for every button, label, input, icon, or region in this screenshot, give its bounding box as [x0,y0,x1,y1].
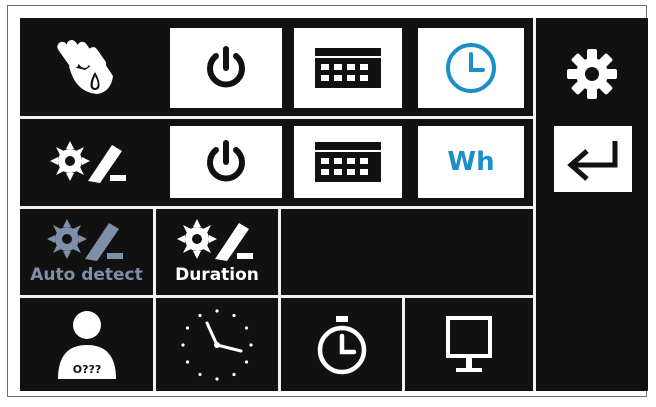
sprinkler-duration-icon [177,219,253,261]
sprinkler-button[interactable] [34,126,146,198]
return-enter-icon [567,141,618,181]
clock-timer-icon [446,43,496,93]
schedule-button-2[interactable] [294,126,402,198]
settings-gear-icon [567,49,617,99]
power-icon [207,140,245,182]
sprinkler-auto-detect-icon [47,219,123,261]
manual-water-hand-icon [57,39,113,94]
power-button-1[interactable] [170,28,282,108]
power-icon [207,46,245,88]
display-button[interactable] [405,298,533,391]
divider-vertical-main [533,18,536,391]
user-badge-text: O??? [72,363,101,376]
schedule-button-1[interactable] [294,28,402,108]
divider-row-1 [20,116,533,119]
return-button[interactable] [554,126,632,192]
clock-button[interactable] [156,298,278,391]
analog-clock-icon [181,308,253,381]
power-button-2[interactable] [170,126,282,198]
calendar-grid-icon [315,48,381,88]
auto-detect-label: Auto detect [30,265,143,285]
sprinkler-icon [50,141,126,183]
manual-water-button[interactable] [34,28,146,108]
stopwatch-icon [317,315,366,374]
user-unknown-icon: O??? [57,310,116,379]
wh-label: Wh [447,147,495,177]
energy-wh-button[interactable]: Wh [418,126,524,198]
settings-button[interactable] [552,40,632,108]
monitor-icon [446,315,492,372]
duration-button[interactable]: Duration [156,209,278,295]
user-button[interactable]: O??? [20,298,153,391]
duration-label: Duration [175,265,259,285]
control-panel: Wh Auto detect Duration O??? [20,18,648,391]
calendar-grid-icon [315,142,381,182]
timer-button[interactable] [418,28,524,108]
stopwatch-button[interactable] [281,298,402,391]
auto-detect-button[interactable]: Auto detect [20,209,153,295]
